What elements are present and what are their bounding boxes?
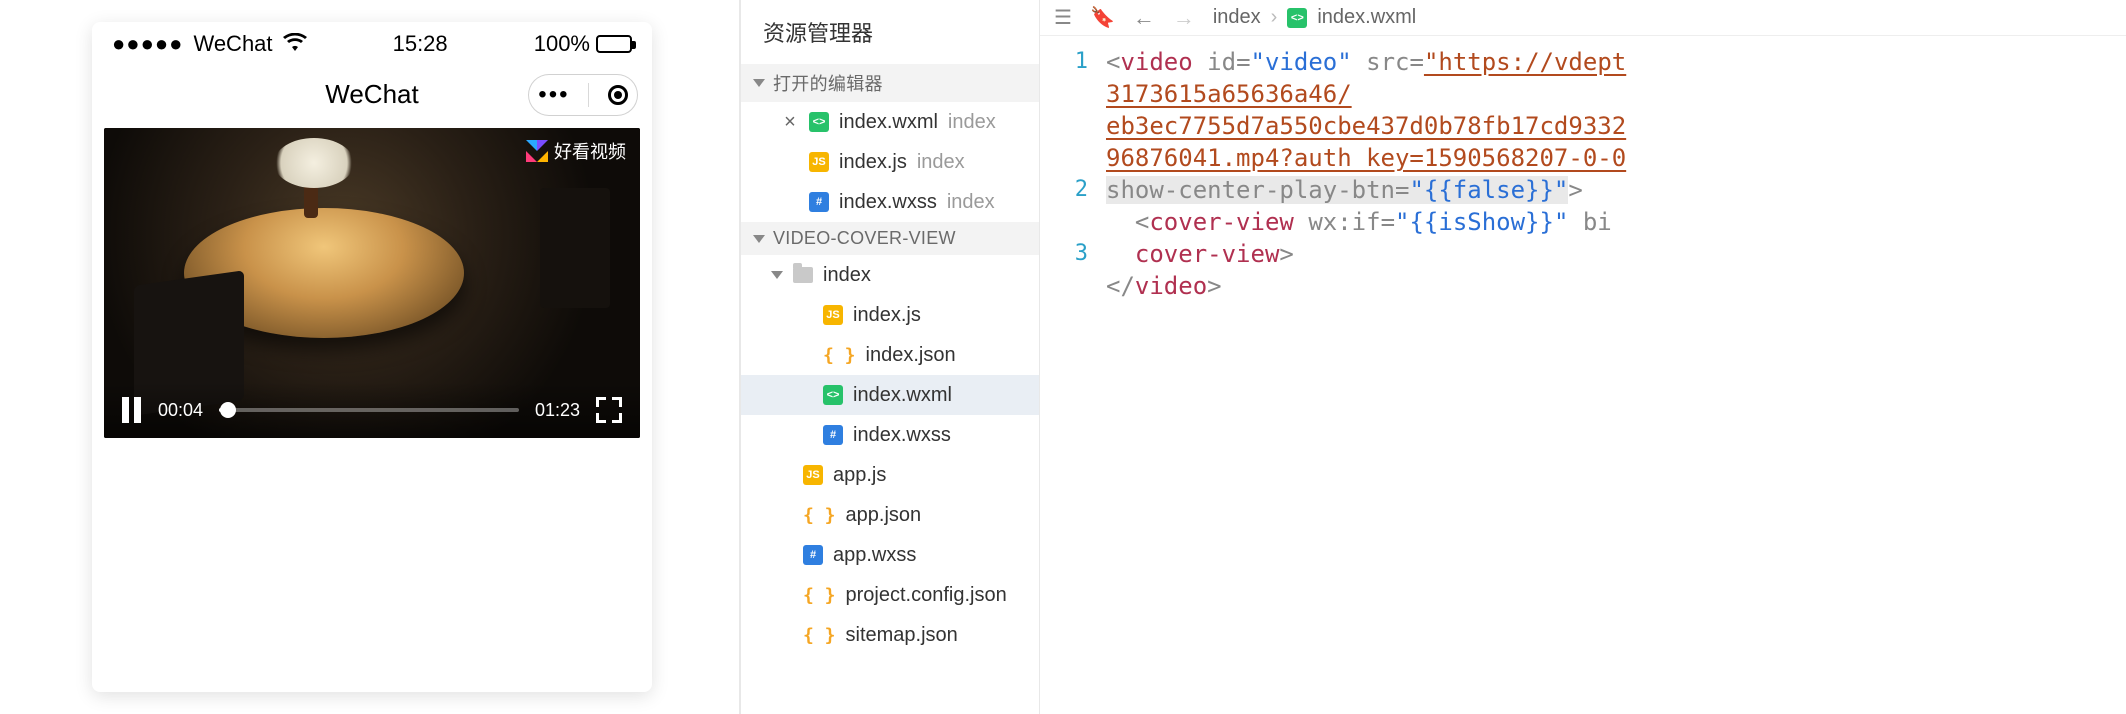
video-controls: 00:04 01:23 <box>104 382 640 438</box>
file-name: index.wxml <box>839 111 938 134</box>
open-editors-label: 打开的编辑器 <box>773 70 883 96</box>
folder-icon <box>793 267 813 283</box>
explorer-panel: 资源管理器 打开的编辑器 × <> index.wxml index JS in… <box>740 0 1040 714</box>
chevron-down-icon <box>753 79 765 87</box>
status-bar: ●●●●● WeChat 15:28 100% <box>92 22 652 66</box>
wxss-file-icon: # <box>803 545 823 565</box>
tree-file[interactable]: JS app.js <box>741 455 1039 495</box>
tree-file[interactable]: <> index.wxml <box>741 375 1039 415</box>
file-name: index.wxss <box>853 424 951 447</box>
open-editors-header[interactable]: 打开的编辑器 <box>741 64 1039 102</box>
code-content[interactable]: <video id="video" src="https://vdept 317… <box>1100 36 2126 714</box>
json-file-icon: { } <box>803 625 836 646</box>
file-name: app.json <box>846 504 922 527</box>
open-editor-item[interactable]: # index.wxss index <box>741 182 1039 222</box>
file-name: app.wxss <box>833 544 916 567</box>
explorer-title: 资源管理器 <box>741 0 1039 64</box>
wxml-file-icon: <> <box>823 385 843 405</box>
simulator-pane: ●●●●● WeChat 15:28 100% WeChat ••• <box>0 0 740 714</box>
video-player[interactable]: 好看视频 00:04 01:23 <box>104 128 640 438</box>
file-name: index.js <box>853 304 921 327</box>
project-header[interactable]: VIDEO-COVER-VIEW <box>741 222 1039 255</box>
file-name: app.js <box>833 464 886 487</box>
tree-file[interactable]: { } app.json <box>741 495 1039 535</box>
editor-panel: ☰ 🔖 ← → index › <> index.wxml 1 2 3 <vid… <box>1040 0 2126 714</box>
wxss-file-icon: # <box>809 192 829 212</box>
breadcrumb-folder: index <box>1213 6 1261 29</box>
tree-file[interactable]: { } project.config.json <box>741 575 1039 615</box>
wxml-file-icon: <> <box>1287 8 1307 28</box>
js-file-icon: JS <box>809 152 829 172</box>
file-name: index.wxss <box>839 191 937 214</box>
video-watermark: 好看视频 <box>526 138 626 164</box>
capsule-buttons: ••• <box>528 74 638 116</box>
close-icon[interactable]: × <box>781 111 799 134</box>
tree-file[interactable]: # app.wxss <box>741 535 1039 575</box>
list-icon[interactable]: ☰ <box>1054 5 1072 30</box>
wxml-file-icon: <> <box>809 112 829 132</box>
json-file-icon: { } <box>803 585 836 606</box>
video-current-time: 00:04 <box>158 400 203 421</box>
line-number: 1 <box>1040 46 1088 174</box>
battery-percent: 100% <box>534 31 590 57</box>
video-progress-bar[interactable] <box>219 408 519 412</box>
haokan-logo-icon <box>526 140 548 162</box>
fullscreen-button[interactable] <box>596 397 622 423</box>
breadcrumb-file: index.wxml <box>1317 6 1416 29</box>
bookmark-icon[interactable]: 🔖 <box>1090 5 1115 30</box>
capsule-divider <box>588 83 589 107</box>
file-name: sitemap.json <box>846 624 958 647</box>
editor-toolbar: ☰ 🔖 ← → index › <> index.wxml <box>1040 0 2126 36</box>
wifi-icon <box>283 31 307 57</box>
folder-name: index <box>823 264 871 287</box>
open-editor-item[interactable]: × <> index.wxml index <box>741 102 1039 142</box>
statusbar-time: 15:28 <box>393 31 448 57</box>
file-dir: index <box>947 191 995 214</box>
tree-file[interactable]: { } index.json <box>741 335 1039 375</box>
video-duration: 01:23 <box>535 400 580 421</box>
project-name: VIDEO-COVER-VIEW <box>773 228 956 249</box>
open-editor-item[interactable]: JS index.js index <box>741 142 1039 182</box>
line-number: 3 <box>1040 238 1088 302</box>
nav-forward-button[interactable]: → <box>1173 5 1195 31</box>
pause-button[interactable] <box>122 397 142 423</box>
json-file-icon: { } <box>823 345 856 366</box>
watermark-text: 好看视频 <box>554 138 626 164</box>
file-dir: index <box>948 111 996 134</box>
capsule-menu-button[interactable]: ••• <box>538 83 569 107</box>
chevron-right-icon: › <box>1271 6 1278 29</box>
line-gutter: 1 2 3 <box>1040 36 1100 714</box>
file-dir: index <box>917 151 965 174</box>
tree-folder[interactable]: index <box>741 255 1039 295</box>
nav-title: WeChat <box>325 79 418 110</box>
tree-file[interactable]: # index.wxss <box>741 415 1039 455</box>
code-editor[interactable]: 1 2 3 <video id="video" src="https://vde… <box>1040 36 2126 714</box>
nav-bar: WeChat ••• <box>92 66 652 122</box>
battery-icon <box>596 35 632 53</box>
signal-dots: ●●●●● <box>112 31 183 57</box>
file-name: index.json <box>866 344 956 367</box>
file-name: project.config.json <box>846 584 1007 607</box>
file-name: index.js <box>839 151 907 174</box>
file-name: index.wxml <box>853 384 952 407</box>
line-number: 2 <box>1040 174 1088 238</box>
tree-file[interactable]: JS index.js <box>741 295 1039 335</box>
wxss-file-icon: # <box>823 425 843 445</box>
js-file-icon: JS <box>823 305 843 325</box>
js-file-icon: JS <box>803 465 823 485</box>
carrier-label: WeChat <box>193 31 272 57</box>
tree-file[interactable]: { } sitemap.json <box>741 615 1039 655</box>
nav-back-button[interactable]: ← <box>1133 5 1155 31</box>
device-frame: ●●●●● WeChat 15:28 100% WeChat ••• <box>92 22 652 692</box>
chevron-down-icon <box>753 235 765 243</box>
capsule-close-button[interactable] <box>608 85 628 105</box>
breadcrumb[interactable]: index › <> index.wxml <box>1213 6 1416 29</box>
json-file-icon: { } <box>803 505 836 526</box>
chevron-down-icon <box>771 271 783 279</box>
